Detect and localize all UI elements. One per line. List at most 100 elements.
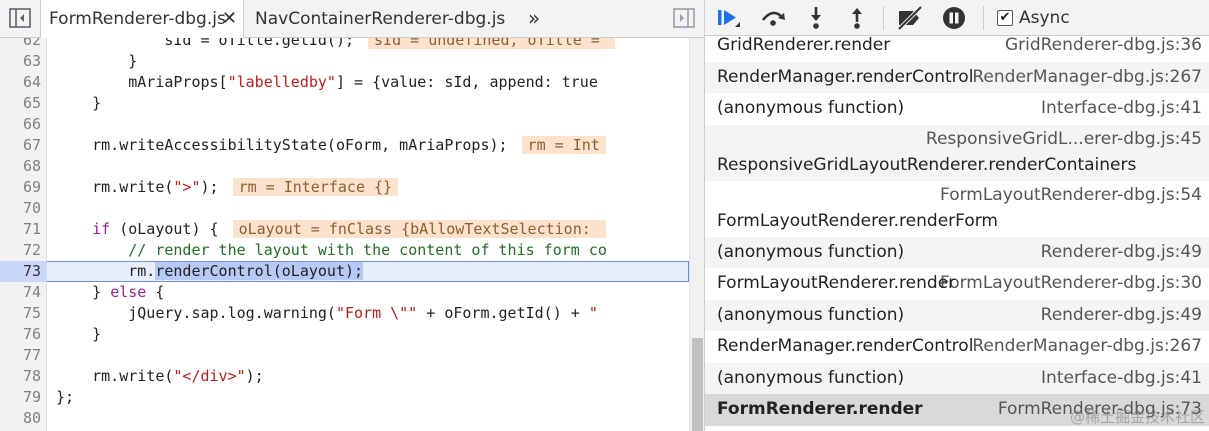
call-frame[interactable]: Interface-dbg.js:41 (anonymous function): [705, 93, 1209, 125]
line-number[interactable]: 72: [0, 240, 41, 261]
call-frame[interactable]: FormLayoutRenderer-dbg.js:30 FormLayoutRe…: [705, 268, 1209, 300]
call-frame[interactable]: RenderManager-dbg.js:267 RenderManager.re…: [705, 331, 1209, 363]
scrollbar-thumb[interactable]: [692, 338, 703, 431]
call-frame-location[interactable]: ResponsiveGridL...erer-dbg.js:45: [926, 129, 1202, 149]
code-line[interactable]: 76 }: [0, 324, 689, 345]
close-icon[interactable]: ✕: [222, 0, 237, 38]
current-execution-line[interactable]: 73 rm.renderControl(oLayout);: [0, 261, 689, 282]
step-out-icon[interactable]: [843, 5, 871, 31]
tab-label: FormRenderer-dbg.js: [49, 9, 226, 29]
call-frame-location[interactable]: Interface-dbg.js:41: [1041, 98, 1202, 118]
call-frame-function: RenderManager.renderControl: [717, 66, 974, 87]
code-text: } else {: [56, 282, 164, 303]
code-line[interactable]: 65 }: [0, 93, 689, 114]
code-text: }: [56, 51, 137, 72]
code-line[interactable]: 71 if (oLayout) {oLayout = fnClass {bAll…: [0, 219, 689, 240]
code-token: ] = {value: sId, append: true: [335, 73, 598, 91]
line-number[interactable]: 74: [0, 282, 41, 303]
code-line[interactable]: 79};: [0, 387, 689, 408]
line-number[interactable]: 63: [0, 51, 41, 72]
step-into-icon[interactable]: [802, 5, 830, 31]
toolbar-divider: [883, 6, 884, 30]
code-text: rm.write("</div>");: [56, 366, 264, 387]
code-line[interactable]: 63 }: [0, 51, 689, 72]
line-number[interactable]: 64: [0, 72, 41, 93]
call-frame-function: (anonymous function): [717, 98, 905, 118]
code-line[interactable]: 70: [0, 198, 689, 219]
code-token: };: [56, 388, 75, 406]
code-token: renderControl(oLayout);: [155, 262, 364, 280]
editor-scrollbar[interactable]: [689, 38, 704, 431]
resume-icon[interactable]: [715, 5, 743, 31]
async-checkbox[interactable]: ✔: [997, 10, 1013, 26]
code-line[interactable]: 75 jQuery.sap.log.warning("Form \"" + oF…: [0, 303, 689, 324]
code-line[interactable]: 80: [0, 408, 689, 429]
call-frame-location[interactable]: GridRenderer-dbg.js:36: [1005, 36, 1202, 55]
call-frame-function: GridRenderer.render: [717, 36, 891, 55]
code-token: ": [588, 304, 598, 322]
call-frame-function: FormRenderer.render: [717, 399, 923, 419]
line-number[interactable]: 80: [0, 408, 41, 429]
code-text: rm.renderControl(oLayout);: [56, 261, 364, 282]
toggle-debugger-icon[interactable]: [673, 8, 695, 28]
line-number[interactable]: 66: [0, 114, 41, 135]
code-token: sId = oTitle.getId();: [56, 38, 355, 49]
code-token: else: [110, 283, 147, 301]
call-frame-location[interactable]: FormLayoutRenderer-dbg.js:30: [940, 273, 1202, 293]
line-number[interactable]: 73: [0, 261, 47, 282]
call-frame[interactable]: RenderManager-dbg.js:267 RenderManager.re…: [705, 61, 1209, 93]
code-token: "</div>": [173, 367, 246, 385]
line-number[interactable]: 71: [0, 219, 41, 240]
code-line[interactable]: 64 mAriaProps["labelledby"] = {value: sI…: [0, 72, 689, 93]
call-frame-function: (anonymous function): [717, 304, 905, 325]
step-over-icon[interactable]: [759, 5, 787, 31]
call-frame[interactable]: GridRenderer-dbg.js:36 GridRenderer.rende…: [705, 36, 1209, 62]
code-text: sId = oTitle.getId(); sId = undefined, oT…: [56, 38, 615, 51]
more-tabs-icon[interactable]: »: [528, 0, 540, 38]
call-frame-location[interactable]: FormLayoutRenderer-dbg.js:54: [940, 185, 1202, 205]
code-token: );: [245, 367, 264, 385]
call-frame[interactable]: Interface-dbg.js:41 (anonymous function): [705, 362, 1209, 394]
code-editor[interactable]: 62 sId = oTitle.getId(); sId = undefined,…: [0, 38, 689, 431]
line-number[interactable]: 62: [0, 38, 41, 51]
deactivate-breakpoints-icon[interactable]: [896, 5, 924, 31]
line-number[interactable]: 68: [0, 156, 41, 177]
code-line[interactable]: 74 } else {: [0, 282, 689, 303]
line-number[interactable]: 78: [0, 366, 41, 387]
line-number[interactable]: 77: [0, 345, 41, 366]
line-number[interactable]: 79: [0, 387, 41, 408]
pause-on-exceptions-icon[interactable]: [940, 5, 968, 31]
line-number[interactable]: 70: [0, 198, 41, 219]
call-frame-location[interactable]: Interface-dbg.js:41: [1041, 368, 1202, 388]
line-number[interactable]: 76: [0, 324, 41, 345]
code-line[interactable]: 68: [0, 156, 689, 177]
code-line[interactable]: 67 rm.writeAccessibilityState(oForm, mAr…: [0, 135, 689, 156]
call-frame-location[interactable]: RenderManager-dbg.js:267: [972, 336, 1202, 356]
code-line[interactable]: 69 rm.write(">"); rm = Interface {}: [0, 177, 689, 198]
line-number[interactable]: 67: [0, 135, 41, 156]
code-line[interactable]: 77: [0, 345, 689, 366]
code-line[interactable]: 66: [0, 114, 689, 135]
line-number[interactable]: 65: [0, 93, 41, 114]
call-frame[interactable]: FormLayoutRenderer-dbg.js:54 FormLayoutRe…: [705, 181, 1209, 237]
code-line[interactable]: 72 // render the layout with the content…: [0, 240, 689, 261]
toggle-navigator-icon[interactable]: [9, 8, 31, 28]
code-text: mAriaProps["labelledby"] = {value: sId, …: [56, 72, 598, 93]
line-number[interactable]: 69: [0, 177, 41, 198]
code-token: jQuery.sap.log.warning(: [56, 304, 336, 322]
tab-form-renderer[interactable]: FormRenderer-dbg.js ✕: [40, 0, 244, 39]
code-token: );: [200, 178, 219, 196]
call-frame-location[interactable]: Renderer-dbg.js:49: [1041, 305, 1202, 325]
line-number[interactable]: 75: [0, 303, 41, 324]
call-stack-list: GridRenderer-dbg.js:36 GridRenderer.rende…: [705, 36, 1209, 431]
call-frame[interactable]: Renderer-dbg.js:49 (anonymous function): [705, 299, 1209, 331]
call-frame[interactable]: ResponsiveGridL...erer-dbg.js:45 Responsi…: [705, 124, 1209, 181]
code-token: "labelledby": [227, 73, 336, 91]
call-frame[interactable]: Renderer-dbg.js:49 (anonymous function): [705, 236, 1209, 268]
toolbar-divider: [983, 6, 984, 30]
call-frame-location[interactable]: Renderer-dbg.js:49: [1041, 242, 1202, 262]
code-line[interactable]: 78 rm.write("</div>");: [0, 366, 689, 387]
call-frame-location[interactable]: RenderManager-dbg.js:267: [972, 67, 1202, 87]
code-line[interactable]: 62 sId = oTitle.getId(); sId = undefined,…: [0, 38, 689, 51]
tab-nav-container-renderer[interactable]: NavContainerRenderer-dbg.js: [254, 0, 505, 38]
